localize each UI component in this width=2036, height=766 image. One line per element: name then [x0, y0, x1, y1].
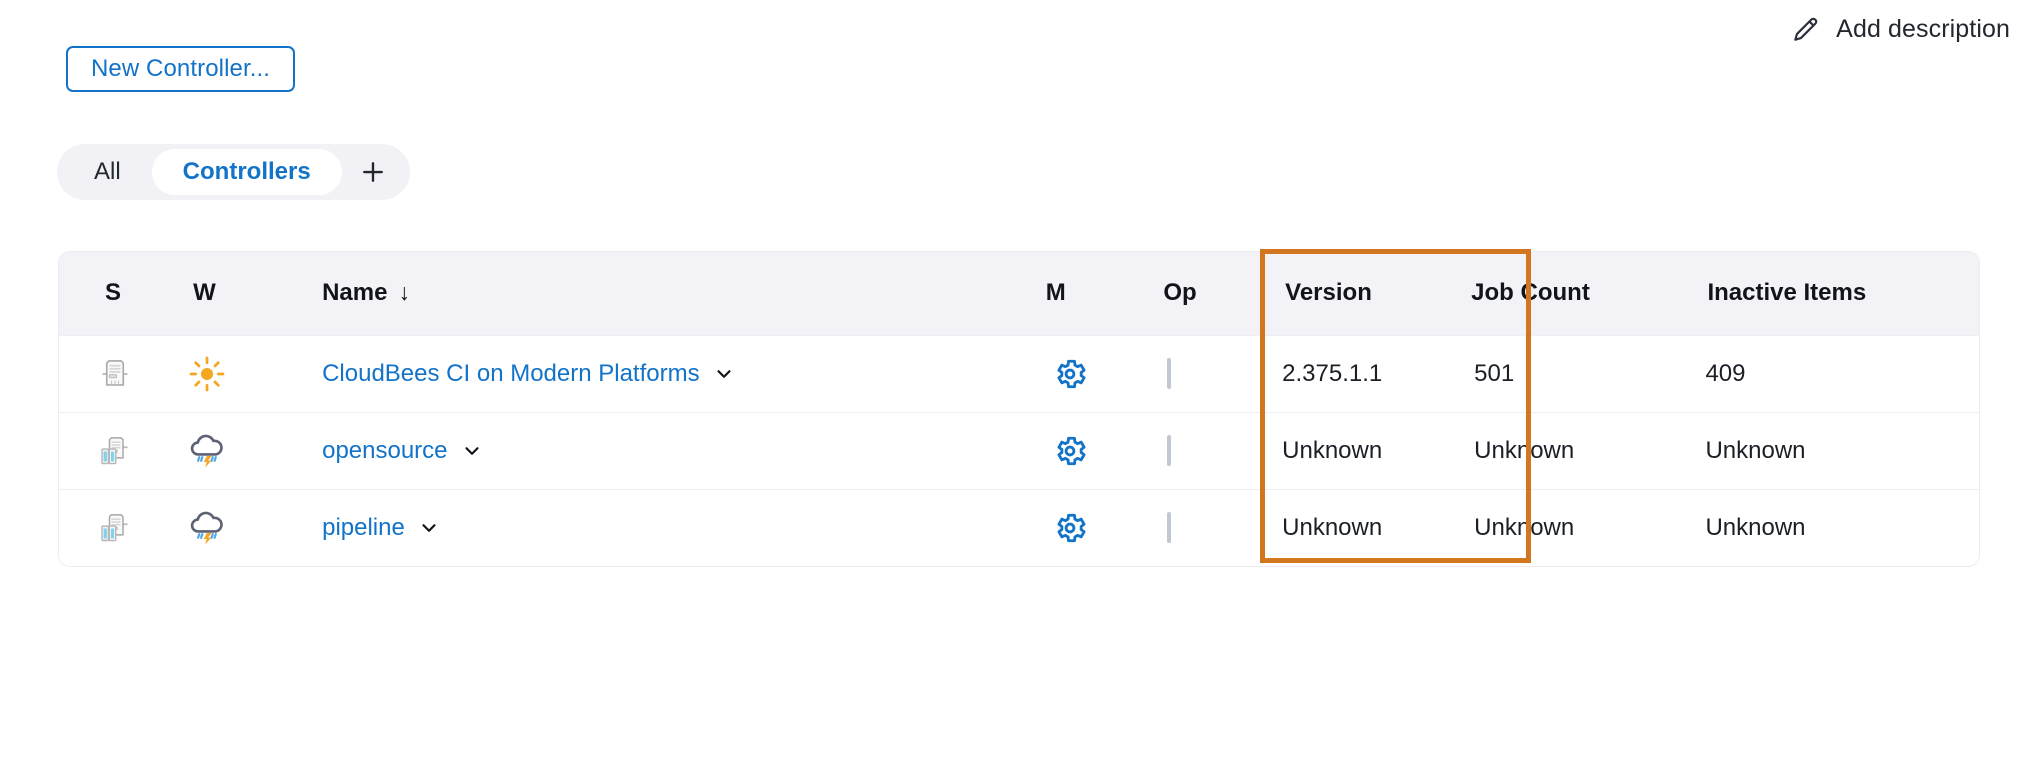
cell-manage [956, 412, 1128, 489]
add-description-label: Add description [1836, 14, 2010, 43]
cell-name: pipeline [278, 489, 956, 566]
controller-link[interactable]: CloudBees CI on Modern Platforms [322, 360, 700, 388]
sort-descending-icon: ↓ [398, 279, 410, 306]
gear-icon[interactable] [1052, 356, 1128, 392]
column-header-name-label: Name [322, 279, 388, 307]
chevron-down-icon[interactable] [418, 517, 440, 539]
cell-op [1127, 489, 1256, 566]
cell-job-count: Unknown [1474, 436, 1575, 464]
controllers-table-element: S W Name ↓ M Op Version Job Count Inactiv… [59, 252, 1979, 566]
cell-status [59, 335, 165, 412]
cell-op [1127, 412, 1256, 489]
chevron-down-icon[interactable] [461, 440, 483, 462]
column-header-manage[interactable]: M [956, 252, 1128, 335]
cell-manage [956, 489, 1128, 566]
gear-icon[interactable] [1052, 510, 1128, 546]
view-tabs: All Controllers [57, 144, 410, 200]
cell-status [59, 412, 165, 489]
tab-controllers[interactable]: Controllers [151, 149, 342, 195]
table-header-row: S W Name ↓ M Op Version Job Count Inactiv… [59, 252, 1979, 335]
server-stack-icon [95, 431, 165, 471]
sunny-icon [185, 352, 278, 396]
op-checkbox[interactable] [1167, 434, 1172, 466]
plus-icon [358, 157, 388, 187]
column-header-weather[interactable]: W [165, 252, 278, 335]
cell-weather [165, 489, 278, 566]
cell-op [1127, 335, 1256, 412]
table-row[interactable]: pipeline Unknown Unknown Unknown [59, 489, 1979, 566]
cell-inactive-items: Unknown [1705, 513, 1806, 541]
add-tab-button[interactable] [342, 149, 404, 195]
cell-name: CloudBees CI on Modern Platforms [278, 335, 956, 412]
chevron-down-icon[interactable] [713, 363, 735, 385]
column-header-inactive-items[interactable]: Inactive Items [1660, 252, 1979, 335]
op-checkbox[interactable] [1167, 357, 1172, 389]
column-header-op[interactable]: Op [1127, 252, 1256, 335]
table-row[interactable]: opensource Unknown Unknown Unknown [59, 412, 1979, 489]
pencil-icon [1790, 13, 1822, 45]
cell-inactive-items: 409 [1705, 359, 1746, 387]
cell-weather [165, 335, 278, 412]
op-checkbox[interactable] [1167, 511, 1172, 543]
cell-version: Unknown [1282, 513, 1383, 541]
cell-job-count: Unknown [1474, 513, 1575, 541]
cell-status [59, 489, 165, 566]
column-header-version[interactable]: Version [1256, 252, 1457, 335]
controllers-table: S W Name ↓ M Op Version Job Count Inactiv… [58, 251, 1980, 567]
add-description-control[interactable]: Add description [1790, 0, 2010, 58]
storm-icon [185, 506, 278, 550]
cell-manage [956, 335, 1128, 412]
cell-job-count: 501 [1474, 359, 1515, 387]
column-header-status[interactable]: S [59, 252, 165, 335]
server-stack-icon [95, 508, 165, 548]
gear-icon[interactable] [1052, 433, 1128, 469]
cell-version: Unknown [1282, 436, 1383, 464]
page-root: Add description New Controller... All Co… [0, 0, 2036, 766]
column-header-job-count[interactable]: Job Count [1457, 252, 1660, 335]
cell-name: opensource [278, 412, 956, 489]
controller-link[interactable]: opensource [322, 437, 447, 465]
storm-icon [185, 429, 278, 473]
tab-all[interactable]: All [63, 149, 152, 195]
table-body: CloudBees CI on Modern Platforms 2.375.1… [59, 335, 1979, 566]
cell-inactive-items: Unknown [1705, 436, 1806, 464]
cell-weather [165, 412, 278, 489]
column-header-name[interactable]: Name ↓ [278, 252, 956, 335]
new-controller-button[interactable]: New Controller... [66, 46, 295, 92]
table-row[interactable]: CloudBees CI on Modern Platforms 2.375.1… [59, 335, 1979, 412]
controller-link[interactable]: pipeline [322, 514, 405, 542]
table-head: S W Name ↓ M Op Version Job Count Inactiv… [59, 252, 1979, 335]
cell-version: 2.375.1.1 [1282, 359, 1383, 387]
server-icon [95, 354, 165, 394]
